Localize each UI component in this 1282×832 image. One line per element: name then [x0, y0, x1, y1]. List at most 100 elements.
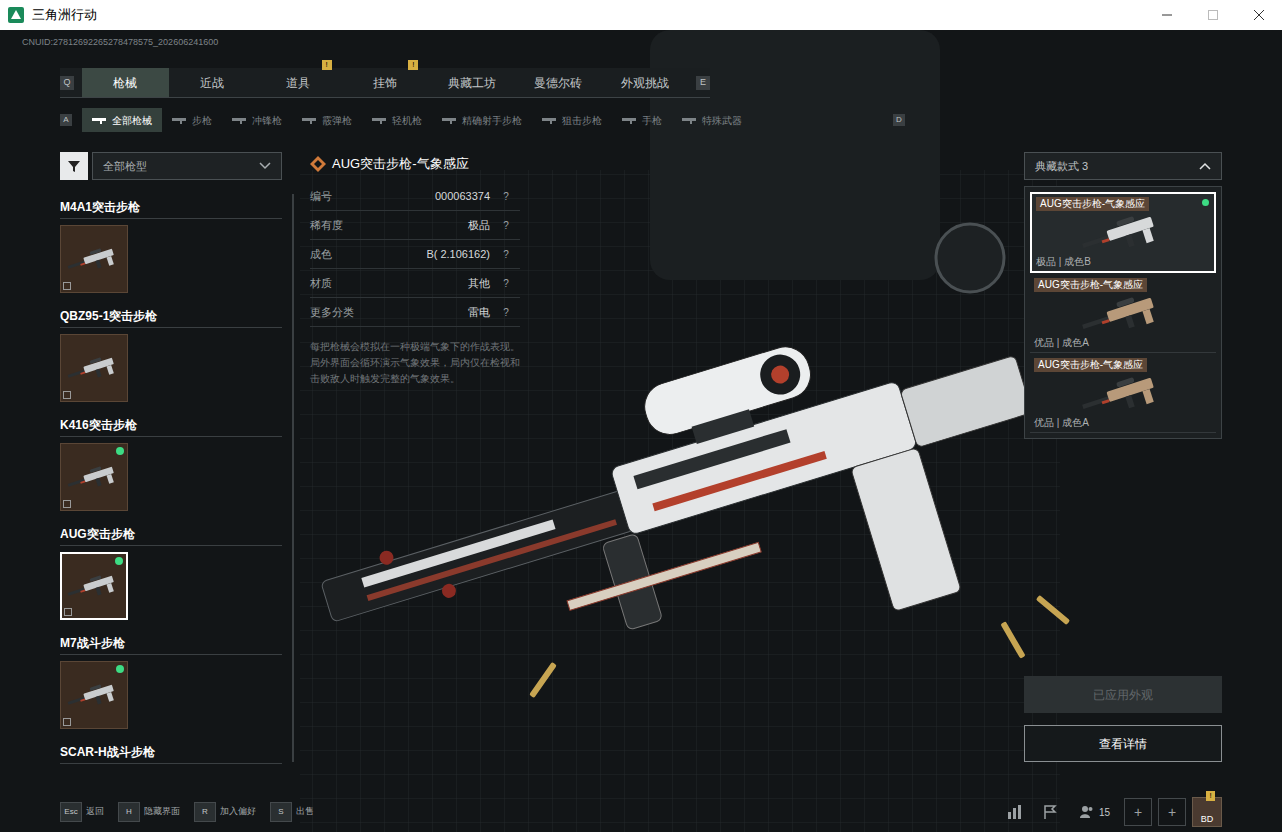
chevron-down-icon: [259, 162, 271, 170]
equipped-dot: [1202, 199, 1209, 206]
window-title: 三角洲行动: [32, 5, 97, 25]
flag-button[interactable]: [1035, 797, 1065, 827]
maximize-button[interactable]: [1190, 0, 1236, 30]
weapon-name: M4A1突击步枪: [60, 198, 282, 219]
rifle-icon: [1078, 292, 1168, 337]
weapon-item[interactable]: M4A1突击步枪: [60, 198, 282, 307]
style-grade: 极品 | 成色B: [1036, 256, 1210, 268]
subtab-key: D: [893, 114, 905, 126]
gun-type-icon: [442, 116, 458, 124]
content: 全部枪型 M4A1突击步枪 QBZ95-1突击步枪 K416突击步枪 AUG突击步枪M7…: [60, 152, 1222, 792]
weapon-name: SCAR-H战斗步枪: [60, 743, 282, 764]
minimize-button[interactable]: [1144, 0, 1190, 30]
main-tab[interactable]: 典藏工坊: [428, 68, 515, 97]
close-button[interactable]: [1236, 0, 1282, 30]
rifle-icon: [65, 354, 123, 383]
sub-tab[interactable]: 冲锋枪: [222, 108, 292, 132]
add-slot-button[interactable]: +: [1124, 798, 1152, 826]
avatar[interactable]: BD!: [1192, 797, 1222, 827]
style-option[interactable]: AUG突击步枪-气象感应优品 | 成色A: [1030, 355, 1216, 433]
filter-button[interactable]: [60, 152, 88, 180]
rifle-icon: [65, 245, 123, 274]
key-hint[interactable]: Esc返回: [60, 802, 104, 822]
help-button[interactable]: ?: [500, 189, 512, 204]
minimize-icon: [1161, 9, 1173, 21]
sub-tab[interactable]: 手枪: [612, 108, 672, 132]
weapon-list-panel: 全部枪型 M4A1突击步枪 QBZ95-1突击步枪 K416突击步枪 AUG突击步枪M7…: [60, 152, 282, 792]
sub-tab[interactable]: 全部枪械: [82, 108, 162, 132]
sub-tab[interactable]: 步枪: [162, 108, 222, 132]
weapon-item[interactable]: K416突击步枪: [60, 416, 282, 525]
key-hint[interactable]: H隐藏界面: [118, 802, 180, 822]
weapon-item[interactable]: M7战斗步枪: [60, 634, 282, 743]
weapon-thumbnail: [60, 334, 128, 402]
style-dropdown[interactable]: 典藏款式 3: [1024, 152, 1222, 180]
equipped-dot: [116, 665, 124, 673]
style-grade: 优品 | 成色A: [1034, 337, 1212, 349]
stats-button[interactable]: [999, 797, 1029, 827]
weapon-item[interactable]: AUG突击步枪: [60, 525, 282, 634]
key-hint[interactable]: R加入偏好: [194, 802, 256, 822]
weapon-list: M4A1突击步枪 QBZ95-1突击步枪 K416突击步枪 AUG突击步枪M7战斗步枪…: [60, 198, 282, 792]
image-icon: [63, 391, 71, 399]
filter-select[interactable]: 全部枪型: [92, 152, 282, 180]
main-tab[interactable]: 近战: [169, 68, 256, 97]
sub-tab[interactable]: 霰弹枪: [292, 108, 362, 132]
sub-tab[interactable]: 狙击步枪: [532, 108, 612, 132]
style-option[interactable]: AUG突击步枪-气象感应极品 | 成色B: [1030, 192, 1216, 273]
logo-icon: [8, 7, 24, 23]
image-icon: [63, 282, 71, 290]
gun-type-icon: [682, 116, 698, 124]
style-name: AUG突击步枪-气象感应: [1036, 197, 1149, 211]
title-bar: 三角洲行动: [0, 0, 1282, 30]
rifle-icon: [65, 681, 123, 710]
image-icon: [63, 500, 71, 508]
weapon-thumbnail: [60, 225, 128, 293]
filter-icon: [67, 159, 81, 173]
gun-type-icon: [232, 116, 248, 124]
bottom-bar: Esc返回H隐藏界面R加入偏好S出售15++BD!: [0, 792, 1282, 832]
detail-row: 编号000063374?: [310, 182, 520, 211]
friends-icon: [1079, 804, 1095, 820]
chevron-up-icon: [1199, 162, 1211, 170]
applied-button: 已应用外观: [1024, 676, 1222, 713]
weapon-render[interactable]: [290, 260, 1090, 720]
help-button[interactable]: ?: [500, 247, 512, 262]
sub-tabs: A全部枪械步枪冲锋枪霰弹枪轻机枪精确射手步枪狙击步枪手枪特殊武器D: [60, 108, 905, 132]
friends-button[interactable]: 15: [1071, 797, 1118, 827]
detail-row: 成色B( 2.106162)?: [310, 240, 520, 269]
sub-tab[interactable]: 精确射手步枪: [432, 108, 532, 132]
detail-title: AUG突击步枪-气象感应: [310, 154, 520, 174]
main-tab[interactable]: 挂饰!: [342, 68, 429, 97]
help-button[interactable]: ?: [500, 276, 512, 291]
weapon-thumbnail: [60, 443, 128, 511]
weapon-item[interactable]: SCAR-H战斗步枪: [60, 743, 282, 792]
style-option[interactable]: AUG突击步枪-气象感应优品 | 成色A: [1030, 275, 1216, 353]
gun-type-icon: [302, 116, 318, 124]
detail-row: 更多分类雷电?: [310, 298, 520, 327]
sub-tab[interactable]: 特殊武器: [672, 108, 752, 132]
rifle-icon: [1078, 211, 1168, 256]
weapon-thumbnail: [60, 661, 128, 729]
style-name: AUG突击步枪-气象感应: [1034, 358, 1147, 372]
add-slot-button[interactable]: +: [1158, 798, 1186, 826]
weapon-item[interactable]: QBZ95-1突击步枪: [60, 307, 282, 416]
main-tab[interactable]: 道具!: [255, 68, 342, 97]
main-tab[interactable]: 枪械: [82, 68, 169, 97]
rifle-icon: [1078, 372, 1168, 417]
rifle-icon: [65, 463, 123, 492]
flag-icon: [1042, 804, 1058, 820]
list-scrollbar[interactable]: [292, 194, 294, 762]
weapon-name: QBZ95-1突击步枪: [60, 307, 282, 328]
main-tab[interactable]: 外观挑战: [601, 68, 688, 97]
sub-tab[interactable]: 轻机枪: [362, 108, 432, 132]
key-hint[interactable]: S出售: [270, 802, 314, 822]
tab-key: E: [696, 76, 710, 90]
main-tab[interactable]: 曼德尔砖: [515, 68, 602, 97]
weapon-name: K416突击步枪: [60, 416, 282, 437]
key-cap: H: [118, 802, 140, 822]
details-button[interactable]: 查看详情: [1024, 725, 1222, 762]
help-button[interactable]: ?: [500, 305, 512, 320]
help-button[interactable]: ?: [500, 218, 512, 233]
app: 三角洲行动CNUID:27812692265278478575_20260624…: [0, 0, 1282, 832]
